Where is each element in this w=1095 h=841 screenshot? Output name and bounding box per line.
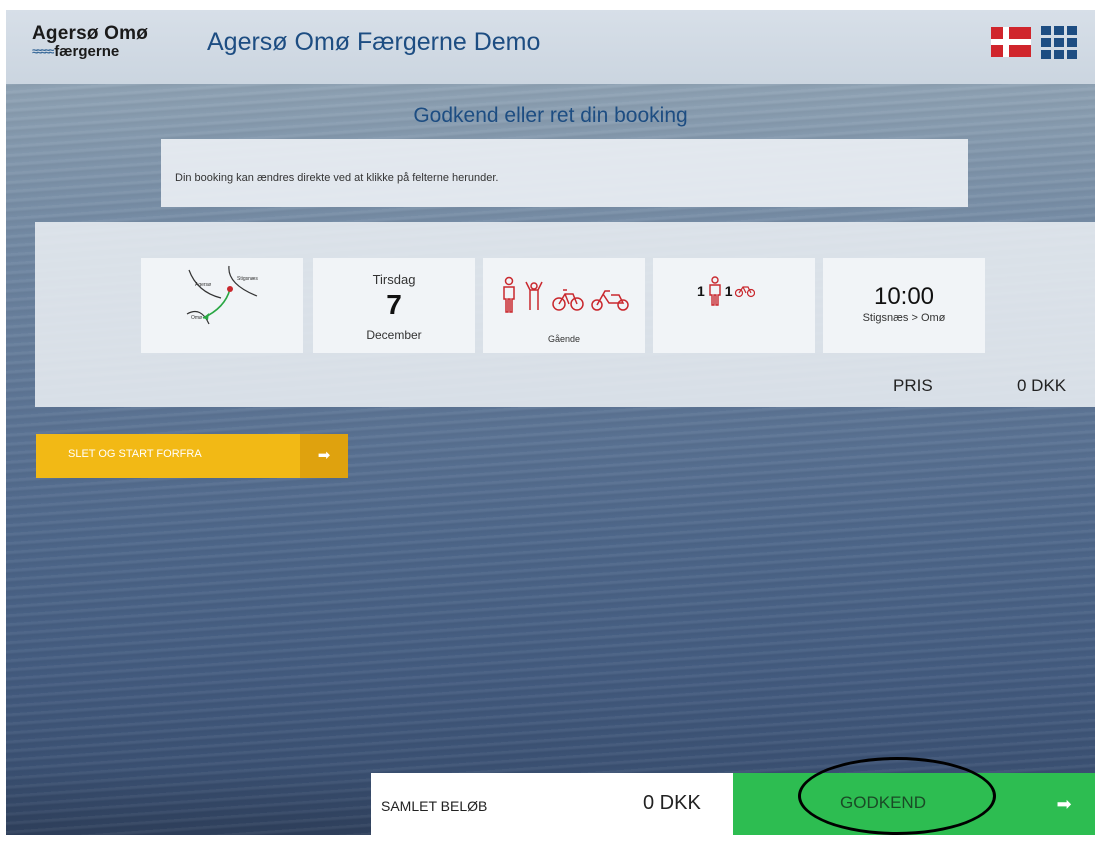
danish-flag-icon[interactable] (991, 27, 1031, 57)
total-value: 0 DKK (643, 792, 701, 814)
company-logo[interactable]: Agersø Omø ≈≈≈≈≈ færgerne (32, 24, 182, 72)
approve-button-label: GODKEND (840, 793, 926, 812)
arrow-right-icon: ➡ (300, 434, 348, 478)
walking-person-icon (503, 276, 515, 313)
bike-count: 1 (724, 283, 733, 299)
route-label-stigsnaes: Stigsnæs (237, 276, 258, 282)
route-label-agerso: Agersø (195, 282, 211, 288)
date-day-number: 7 (386, 289, 402, 320)
date-card[interactable]: Tirsdag 7 December (313, 258, 475, 353)
adult-count: 1 (697, 283, 705, 299)
app-title: Agersø Omø Færgerne Demo (207, 28, 541, 56)
total-amount-box: SAMLET BELØB 0 DKK (371, 773, 733, 835)
departure-route: Stigsnæs > Omø (862, 312, 946, 324)
child-icon (525, 281, 543, 310)
date-month: December (366, 328, 422, 342)
logo-top-text: Agersø Omø (32, 23, 149, 44)
app-frame: Agersø Omø ≈≈≈≈≈ færgerne Agersø Omø Fær… (6, 10, 1095, 835)
route-card[interactable]: Agersø Stigsnæs Omø (141, 258, 303, 353)
reset-booking-button[interactable]: SLET OG START FORFRA ➡ (36, 434, 348, 478)
approve-button[interactable]: GODKEND ➡ (733, 773, 1095, 835)
departure-card[interactable]: 10:00 Stigsnæs > Omø (823, 258, 985, 353)
reset-button-label: SLET OG START FORFRA (68, 448, 202, 460)
date-weekday: Tirsdag (372, 272, 416, 287)
price-label: PRIS (893, 376, 933, 395)
route-map-icon: Agersø Stigsnæs Omø (186, 265, 258, 325)
waves-icon: ≈≈≈≈≈ (32, 46, 54, 58)
page-heading: Godkend eller ret din booking (413, 104, 688, 127)
app-grid-icon[interactable] (1041, 26, 1077, 59)
arrow-right-icon: ➡ (1056, 794, 1072, 814)
passengers-card[interactable]: 1 1 (653, 258, 815, 353)
route-label-omo: Omø (191, 315, 202, 321)
bicycle-icon (734, 286, 755, 298)
travel-type-label: Gående (547, 334, 581, 344)
adult-person-icon (709, 276, 721, 306)
logo-bottom-text: færgerne (54, 43, 120, 60)
bicycle-icon (552, 289, 584, 311)
top-bar: Agersø Omø ≈≈≈≈≈ færgerne Agersø Omø Fær… (6, 10, 1095, 84)
info-box: Din booking kan ændres direkte ved at kl… (161, 139, 968, 207)
total-label: SAMLET BELØB (381, 798, 488, 814)
departure-time: 10:00 (873, 283, 935, 310)
moped-icon (591, 290, 629, 311)
booking-summary-panel: Agersø Stigsnæs Omø Tirsdag 7 December G… (35, 222, 1095, 407)
travel-type-card[interactable]: Gående (483, 258, 645, 353)
travel-type-icons (503, 276, 629, 313)
info-text: Din booking kan ændres direkte ved at kl… (175, 172, 499, 184)
price-value: 0 DKK (1017, 376, 1067, 395)
